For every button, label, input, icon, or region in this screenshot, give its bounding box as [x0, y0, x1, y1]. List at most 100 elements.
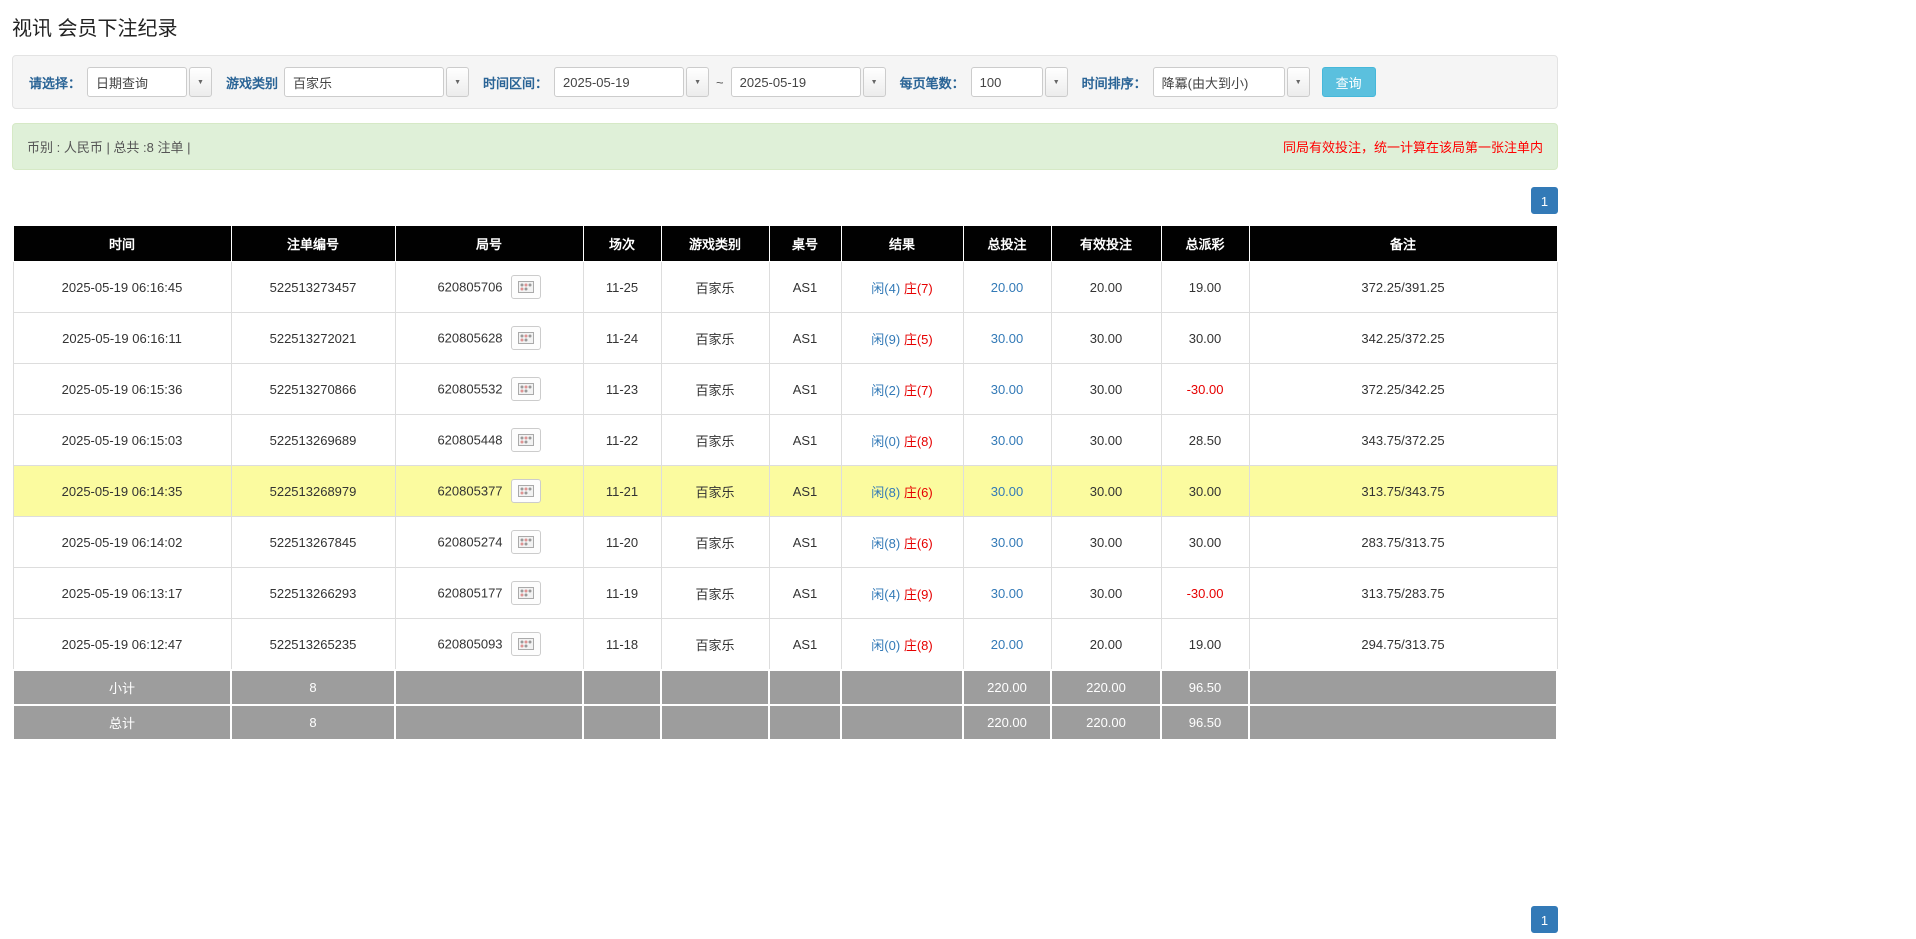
cell-result: 闲(9) 庄(5) — [840, 312, 964, 364]
table-body: 2025-05-19 06:16:45 522513273457 620805706… — [12, 261, 1558, 741]
result-player: 闲(9) — [871, 331, 901, 347]
total-bet-link[interactable]: 20.00 — [991, 637, 1024, 652]
cell-round: 620805628 — [394, 312, 584, 364]
roadmap-button[interactable] — [510, 275, 541, 299]
cell-round: 620805093 — [394, 618, 584, 671]
roadmap-button[interactable] — [510, 632, 541, 656]
cell-valid-bet: 30.00 — [1050, 465, 1162, 517]
cell-session: 11-21 — [582, 465, 662, 517]
total-empty-cell — [394, 704, 584, 741]
pagination-bottom: 1 — [12, 906, 1558, 939]
page-size-label: 每页笔数： — [899, 75, 965, 91]
cell-game-type: 百家乐 — [660, 312, 770, 364]
page-size-input[interactable] — [970, 67, 1043, 97]
table-header-row: 时间 注单编号 局号 场次 游戏类别 桌号 结果 总投注 有效投注 总派彩 备注 — [12, 225, 1558, 262]
time-to-dropdown-button[interactable]: ▼ — [862, 67, 886, 97]
total-empty-cell — [768, 704, 842, 741]
bet-records-table: 时间 注单编号 局号 场次 游戏类别 桌号 结果 总投注 有效投注 总派彩 备注 2025-05-1… — [12, 225, 1558, 741]
cell-game-type: 百家乐 — [660, 465, 770, 517]
roadmap-icon — [517, 587, 534, 599]
roadmap-button[interactable] — [510, 326, 541, 350]
subtotal-valid_bet-cell: 220.00 — [1050, 669, 1162, 706]
search-button[interactable]: 查询 — [1321, 67, 1376, 97]
cell-time: 2025-05-19 06:14:35 — [12, 465, 232, 517]
cell-bet-id: 522513265235 — [230, 618, 396, 671]
total-bet-link[interactable]: 30.00 — [991, 433, 1024, 448]
round-number: 620805628 — [437, 330, 503, 346]
total-bet-link[interactable]: 30.00 — [991, 331, 1024, 346]
cell-round: 620805532 — [394, 363, 584, 415]
page-size-dropdown-button[interactable]: ▼ — [1044, 67, 1068, 97]
cell-valid-bet: 30.00 — [1050, 414, 1162, 466]
cell-bet-id: 522513272021 — [230, 312, 396, 364]
select-type-dropdown-button[interactable]: ▼ — [189, 67, 213, 97]
total-count-cell: 8 — [230, 704, 396, 741]
cell-game-type: 百家乐 — [660, 618, 770, 671]
game-type-input[interactable] — [284, 67, 445, 97]
cell-table-no: AS1 — [768, 465, 842, 517]
time-from-input[interactable] — [554, 67, 685, 97]
cell-bet-id: 522513269689 — [230, 414, 396, 466]
cell-payout: 30.00 — [1160, 465, 1250, 517]
result-banker: 庄(6) — [903, 484, 933, 500]
cell-bet-id: 522513268979 — [230, 465, 396, 517]
total-bet-link[interactable]: 30.00 — [991, 382, 1024, 397]
cell-remark: 372.25/342.25 — [1248, 363, 1558, 415]
column-header: 有效投注 — [1050, 225, 1162, 262]
cell-valid-bet: 20.00 — [1050, 261, 1162, 313]
cell-total-bet: 30.00 — [962, 363, 1052, 415]
cell-game-type: 百家乐 — [660, 516, 770, 568]
cell-total-bet: 20.00 — [962, 618, 1052, 671]
column-header: 备注 — [1248, 225, 1558, 262]
roadmap-button[interactable] — [510, 581, 541, 605]
select-type-input[interactable] — [87, 67, 188, 97]
column-header: 时间 — [12, 225, 232, 262]
roadmap-icon — [517, 383, 534, 395]
cell-total-bet: 30.00 — [962, 312, 1052, 364]
cell-table-no: AS1 — [768, 567, 842, 619]
total-empty-cell — [582, 704, 662, 741]
total-bet-link[interactable]: 20.00 — [991, 280, 1024, 295]
total-bet-link[interactable]: 30.00 — [991, 586, 1024, 601]
roadmap-button[interactable] — [510, 377, 541, 401]
cell-result: 闲(8) 庄(6) — [840, 465, 964, 517]
cell-valid-bet: 30.00 — [1050, 567, 1162, 619]
cell-table-no: AS1 — [768, 261, 842, 313]
sort-dropdown-button[interactable]: ▼ — [1286, 67, 1310, 97]
subtotal-total_bet-cell: 220.00 — [962, 669, 1052, 706]
time-from-dropdown-button[interactable]: ▼ — [686, 67, 710, 97]
roadmap-button[interactable] — [510, 530, 541, 554]
cell-time: 2025-05-19 06:12:47 — [12, 618, 232, 671]
cell-result: 闲(0) 庄(8) — [840, 618, 964, 671]
game-type-dropdown-button[interactable]: ▼ — [446, 67, 470, 97]
total-valid_bet-cell: 220.00 — [1050, 704, 1162, 741]
roadmap-button[interactable] — [510, 428, 541, 452]
chevron-down-icon: ▼ — [694, 78, 702, 86]
time-from-combobox: ▼ — [554, 67, 710, 97]
cell-bet-id: 522513267845 — [230, 516, 396, 568]
filter-bar: 请选择： ▼ 游戏类别 ▼ 时间区间： ▼ ~ ▼ 每页笔数： ▼ 时间排序： … — [12, 55, 1558, 109]
subtotal-empty-cell — [1248, 669, 1558, 706]
subtotal-payout-cell: 96.50 — [1160, 669, 1250, 706]
cell-session: 11-19 — [582, 567, 662, 619]
page-size-combobox: ▼ — [970, 67, 1068, 97]
result-banker: 庄(7) — [903, 382, 933, 398]
currency-summary-text: 币别 : 人民币 | 总共 :8 注单 | — [27, 140, 191, 155]
chevron-down-icon: ▼ — [1294, 78, 1302, 86]
page-1-button[interactable]: 1 — [1531, 187, 1558, 214]
sort-input[interactable] — [1152, 67, 1285, 97]
total-bet-link[interactable]: 30.00 — [991, 484, 1024, 499]
roadmap-button[interactable] — [510, 479, 541, 503]
cell-time: 2025-05-19 06:16:11 — [12, 312, 232, 364]
table-row: 2025-05-19 06:16:11 522513272021 620805628… — [12, 312, 1558, 364]
game-type-label: 游戏类别 — [226, 75, 279, 91]
page-1-button[interactable]: 1 — [1531, 906, 1558, 933]
subtotal-label-cell: 小计 — [12, 669, 232, 706]
result-banker: 庄(7) — [903, 280, 933, 296]
notice-text: 同局有效投注，统一计算在该局第一张注单内 — [1282, 140, 1543, 155]
total-bet-link[interactable]: 30.00 — [991, 535, 1024, 550]
subtotal-row: 小计 8 220.00 220.00 96.50 — [12, 669, 1558, 706]
select-type-combobox: ▼ — [87, 67, 213, 97]
time-to-input[interactable] — [730, 67, 861, 97]
table-row: 2025-05-19 06:15:36 522513270866 620805532… — [12, 363, 1558, 415]
